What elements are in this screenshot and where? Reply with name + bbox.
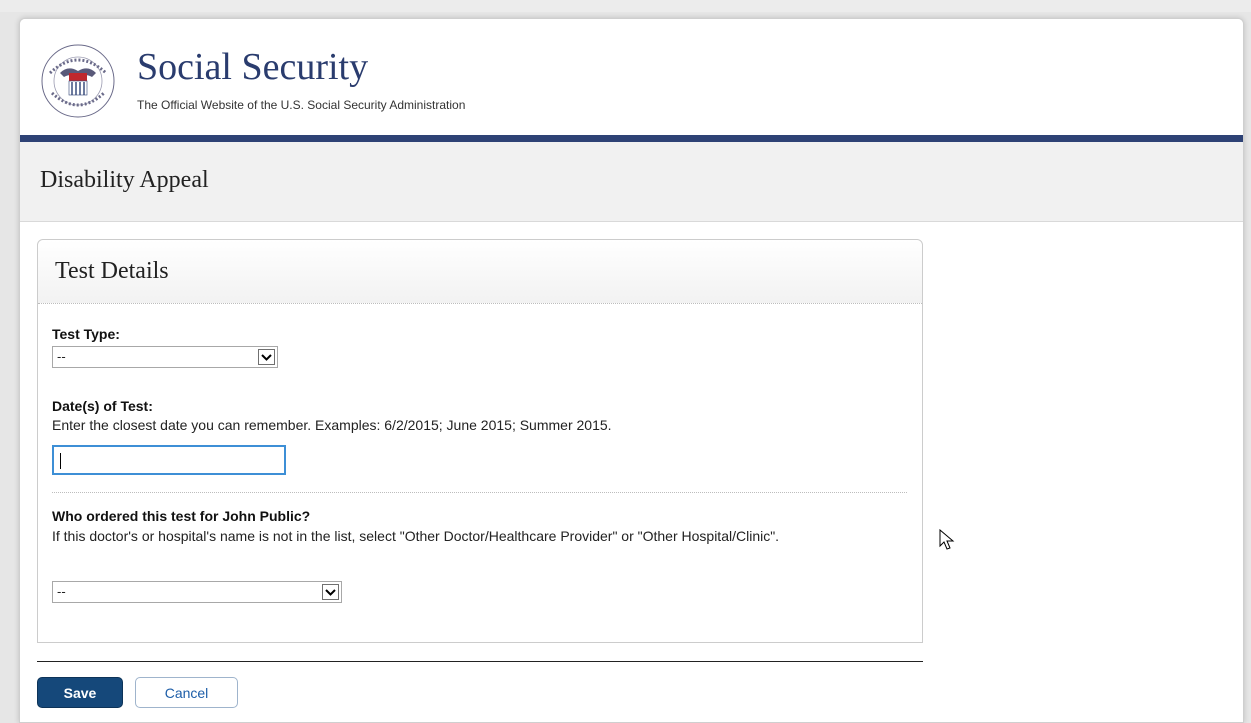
page-title-bar: Disability Appeal	[20, 142, 1243, 222]
site-header: Social Security The Official Website of …	[20, 19, 1243, 135]
panel-title: Test Details	[55, 258, 169, 284]
actions-divider	[37, 661, 923, 662]
site-subtitle: The Official Website of the U.S. Social …	[137, 98, 466, 112]
section-divider	[52, 492, 907, 493]
test-type-select[interactable]: --	[52, 346, 278, 368]
test-date-help: Enter the closest date you can remember.…	[52, 417, 612, 433]
test-details-panel: Test Details Test Type: -- Date(s) of Te…	[37, 239, 923, 643]
test-date-label: Date(s) of Test:	[52, 398, 153, 414]
site-title[interactable]: Social Security	[137, 45, 368, 89]
ordered-by-help: If this doctor's or hospital's name is n…	[52, 528, 780, 544]
page-title: Disability Appeal	[40, 167, 209, 193]
mouse-pointer-icon	[939, 529, 955, 550]
chevron-down-icon	[258, 349, 275, 365]
save-button[interactable]: Save	[37, 677, 123, 708]
test-date-input-wrapper	[52, 445, 286, 475]
test-date-input[interactable]	[58, 449, 282, 473]
ordered-by-value: --	[57, 584, 66, 599]
text-caret	[60, 453, 61, 469]
ordered-by-select[interactable]: --	[52, 581, 342, 603]
header-divider-bar	[20, 135, 1243, 142]
chevron-down-icon	[322, 584, 339, 600]
cancel-button[interactable]: Cancel	[135, 677, 238, 708]
panel-header: Test Details	[38, 240, 922, 304]
ssa-seal-icon	[41, 44, 115, 118]
test-type-value: --	[57, 349, 66, 364]
ordered-by-label: Who ordered this test for John Public?	[52, 508, 311, 524]
test-type-label: Test Type:	[52, 326, 120, 342]
page-window: Social Security The Official Website of …	[19, 18, 1244, 723]
browser-top-strip	[0, 0, 1251, 12]
